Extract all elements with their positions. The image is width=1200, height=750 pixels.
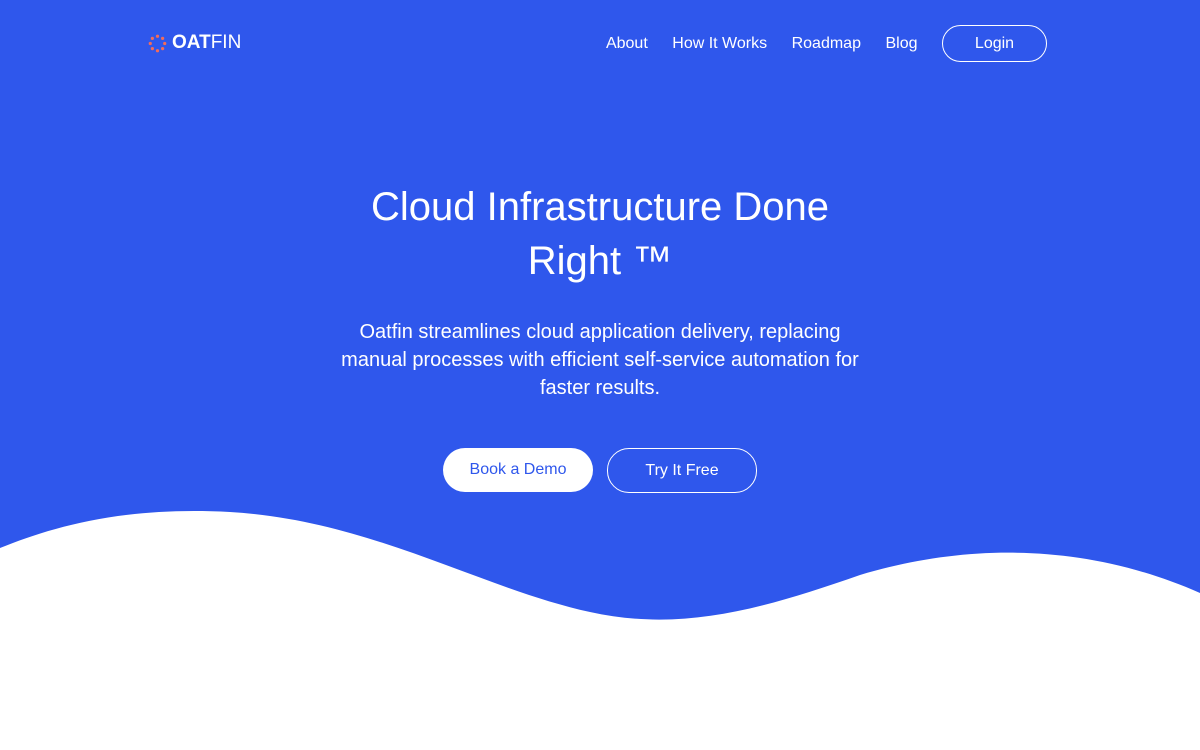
dotted-ring-icon	[148, 34, 167, 52]
logo-wordmark-light: FIN	[210, 32, 242, 53]
logo-wordmark-bold: OAT	[172, 32, 211, 53]
nav-links: About How It Works Roadmap Blog Login	[606, 25, 1047, 62]
hero-subtitle: Oatfin streamlines cloud application del…	[341, 321, 859, 399]
hero-title: Cloud Infrastructure Done Right ™	[370, 185, 829, 283]
nav-link-how-it-works[interactable]: How It Works	[672, 34, 767, 54]
nav-link-roadmap[interactable]: Roadmap	[792, 34, 861, 54]
logo[interactable]: OATFIN	[148, 31, 241, 55]
top-navigation: OATFIN About How It Works Roadmap Blog L…	[0, 0, 1200, 86]
login-button[interactable]: Login	[942, 25, 1047, 62]
nav-link-about[interactable]: About	[606, 34, 648, 54]
landing-page: OATFIN About How It Works Roadmap Blog L…	[0, 0, 1200, 750]
try-free-button[interactable]: Try It Free	[607, 448, 757, 493]
logo-wordmark: OATFIN	[172, 32, 241, 54]
nav-link-blog[interactable]: Blog	[885, 34, 917, 54]
book-demo-button[interactable]: Book a Demo	[443, 448, 593, 492]
cta-row: Book a Demo Try It Free	[443, 448, 757, 493]
